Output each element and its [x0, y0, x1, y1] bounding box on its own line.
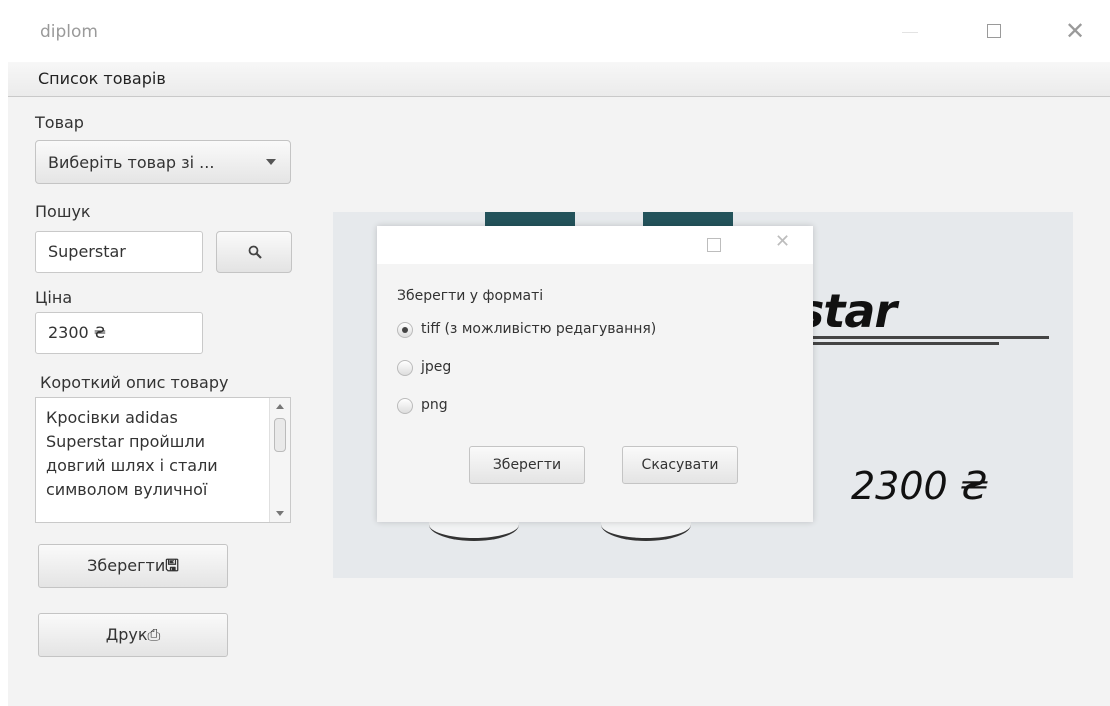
description-text: Кросівки adidas Superstar пройшли довгий… [46, 408, 218, 499]
scroll-down-icon[interactable] [276, 511, 284, 516]
search-input[interactable]: Superstar [35, 231, 203, 273]
price-label: Ціна [35, 288, 73, 307]
shoe-image-right [643, 212, 733, 226]
radio-button[interactable] [397, 398, 413, 414]
close-icon[interactable]: ✕ [1055, 16, 1095, 46]
radio-label: jpeg [421, 359, 452, 375]
save-button-label: Зберегти [87, 556, 166, 575]
printer-icon: ⎙ [147, 625, 161, 644]
save-button[interactable]: Зберегти🖫 [38, 544, 228, 588]
description-label: Короткий опис товару [40, 373, 229, 392]
dialog-prompt: Зберегти у форматі [397, 288, 544, 304]
dialog-cancel-button[interactable]: Скасувати [622, 446, 738, 484]
floppy-disk-icon: 🖫 [165, 556, 179, 575]
menu-item-product-list[interactable]: Список товарів [38, 69, 166, 88]
scroll-thumb[interactable] [274, 418, 286, 452]
price-field[interactable]: 2300 ₴ [35, 312, 203, 354]
search-button[interactable] [216, 231, 292, 273]
search-input-value: Superstar [48, 242, 126, 261]
chevron-down-icon [266, 159, 276, 165]
product-select[interactable]: Виберіть товар зі ... [35, 140, 291, 184]
price-field-value: 2300 ₴ [48, 323, 107, 342]
radio-button[interactable] [397, 322, 413, 338]
radio-label: png [421, 397, 448, 413]
maximize-button[interactable] [975, 16, 1015, 46]
dialog-maximize-button[interactable] [707, 238, 721, 252]
app-title: diplom [40, 22, 98, 42]
scroll-up-icon[interactable] [276, 404, 284, 409]
print-button-label: Друк [105, 625, 148, 644]
search-label: Пошук [35, 202, 91, 221]
dialog-title-bar: ✕ [377, 226, 813, 264]
search-icon [248, 245, 262, 259]
radio-label: tiff (з можливістю редагування) [421, 321, 657, 337]
dialog-save-button[interactable]: Зберегти [469, 446, 585, 484]
description-textarea[interactable]: Кросівки adidas Superstar пройшли довгий… [35, 397, 291, 523]
preview-fine-print [799, 336, 1049, 352]
save-format-dialog: ✕ Зберегти у форматі tiff (з можливістю … [377, 226, 813, 522]
description-scrollbar[interactable] [269, 398, 290, 522]
shoe-image-left [485, 212, 575, 226]
menu-bar: Список товарів [8, 62, 1110, 97]
product-select-value: Виберіть товар зі ... [48, 153, 215, 172]
title-bar: diplom ✕ [0, 0, 1110, 62]
print-button[interactable]: Друк⎙ [38, 613, 228, 657]
preview-price: 2300 ₴ [851, 464, 990, 508]
product-label: Товар [35, 113, 84, 132]
dialog-close-icon[interactable]: ✕ [775, 231, 790, 252]
minimize-button[interactable] [890, 16, 930, 46]
radio-button[interactable] [397, 360, 413, 376]
